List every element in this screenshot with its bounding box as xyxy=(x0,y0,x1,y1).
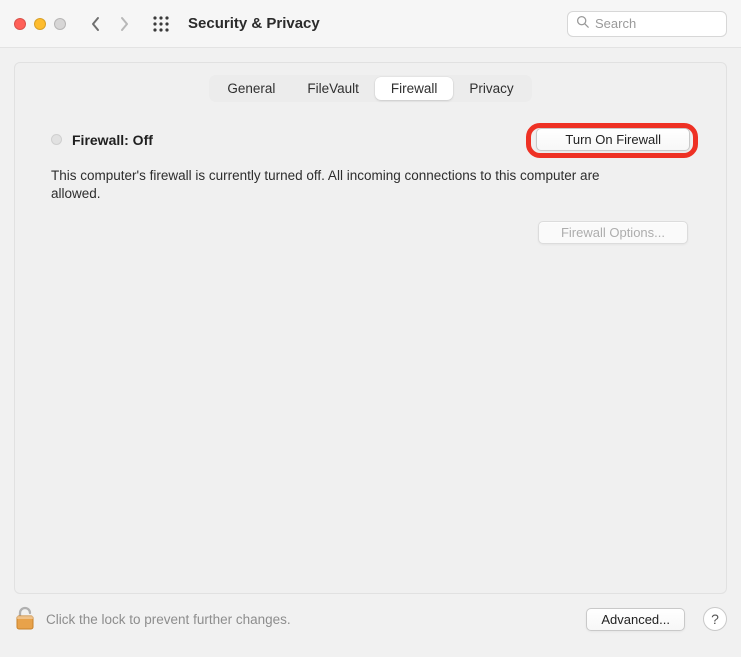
turn-on-firewall-highlight: Turn On Firewall xyxy=(536,128,690,151)
close-window-button[interactable] xyxy=(14,18,26,30)
tab-content: Firewall: Off Turn On Firewall This comp… xyxy=(15,102,726,244)
firewall-options-row: Firewall Options... xyxy=(51,221,690,244)
tab-privacy[interactable]: Privacy xyxy=(453,77,529,100)
tab-firewall[interactable]: Firewall xyxy=(375,77,454,100)
search-icon xyxy=(576,15,589,33)
tab-bar: General FileVault Firewall Privacy xyxy=(15,63,726,102)
back-button[interactable] xyxy=(90,15,102,33)
footer-bar: Click the lock to prevent further change… xyxy=(14,606,727,632)
preferences-panel: General FileVault Firewall Privacy Firew… xyxy=(14,62,727,594)
nav-arrows xyxy=(90,15,130,33)
tab-filevault[interactable]: FileVault xyxy=(291,77,375,100)
firewall-description: This computer's firewall is currently tu… xyxy=(51,167,651,203)
help-button[interactable]: ? xyxy=(703,607,727,631)
zoom-window-button[interactable] xyxy=(54,18,66,30)
search-input[interactable] xyxy=(595,16,718,31)
segmented-control: General FileVault Firewall Privacy xyxy=(209,75,531,102)
titlebar: Security & Privacy xyxy=(0,0,741,48)
forward-button[interactable] xyxy=(118,15,130,33)
lock-icon[interactable] xyxy=(14,606,36,632)
tab-general[interactable]: General xyxy=(211,77,291,100)
firewall-options-button[interactable]: Firewall Options... xyxy=(538,221,688,244)
lock-caption: Click the lock to prevent further change… xyxy=(46,612,291,627)
firewall-status-label: Firewall: Off xyxy=(72,132,153,148)
search-field[interactable] xyxy=(567,11,727,37)
window-controls xyxy=(14,18,66,30)
show-all-icon[interactable] xyxy=(152,15,170,33)
minimize-window-button[interactable] xyxy=(34,18,46,30)
status-indicator-icon xyxy=(51,134,62,145)
window-title: Security & Privacy xyxy=(188,15,320,32)
turn-on-firewall-button[interactable]: Turn On Firewall xyxy=(536,128,690,151)
advanced-button[interactable]: Advanced... xyxy=(586,608,685,631)
firewall-status-row: Firewall: Off Turn On Firewall xyxy=(51,128,690,151)
